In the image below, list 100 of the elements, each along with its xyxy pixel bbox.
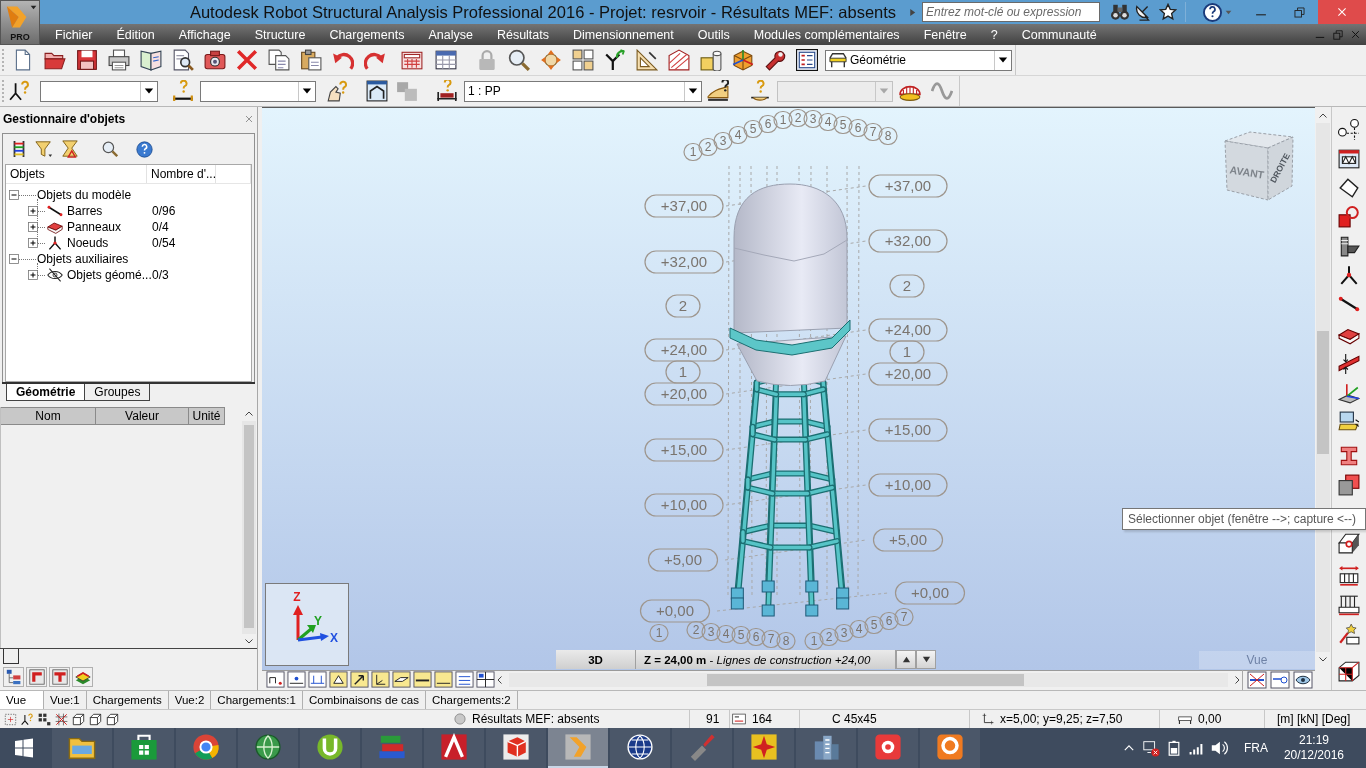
dropdown[interactable] bbox=[200, 80, 316, 102]
start-icon[interactable] bbox=[14, 738, 34, 758]
tree-item[interactable]: Objets auxiliaires bbox=[37, 252, 129, 266]
frame-house-icon[interactable] bbox=[366, 80, 388, 102]
camera-icon[interactable] bbox=[204, 49, 226, 71]
menu-item[interactable]: Chargements bbox=[317, 24, 417, 45]
menu-item[interactable]: Fenêtre bbox=[911, 24, 979, 45]
distributed-load-icon[interactable] bbox=[1337, 593, 1360, 616]
column-header[interactable]: Nom bbox=[1, 407, 96, 425]
cube-outline-icon[interactable] bbox=[89, 712, 102, 726]
axes-frame-icon[interactable] bbox=[1337, 381, 1360, 404]
slanted-cube-icon[interactable] bbox=[1337, 531, 1360, 554]
search-field[interactable]: Entrez mot-clé ou expression bbox=[922, 2, 1100, 22]
tree-structure-icon[interactable] bbox=[5, 668, 22, 685]
scroll-down-icon[interactable] bbox=[244, 636, 254, 646]
close-icon[interactable] bbox=[1350, 29, 1361, 40]
frame-3d-icon[interactable] bbox=[1337, 659, 1360, 682]
application-menu-button[interactable]: PRO bbox=[0, 0, 40, 45]
expand-icon[interactable] bbox=[28, 222, 38, 232]
network-blocked-icon[interactable] bbox=[1141, 739, 1160, 757]
language-indicator[interactable]: FRA bbox=[1233, 741, 1278, 755]
spreadsheet-table-icon[interactable] bbox=[435, 49, 457, 71]
cylinder-box-icon[interactable] bbox=[700, 49, 722, 71]
scrollbar-track[interactable] bbox=[509, 672, 1228, 687]
clock-time[interactable]: 21:19 bbox=[1298, 733, 1329, 748]
print-preview-icon[interactable] bbox=[172, 49, 194, 71]
load-question-icon[interactable] bbox=[436, 80, 458, 102]
collapse-icon[interactable] bbox=[9, 190, 19, 200]
sparkle-load-icon[interactable] bbox=[1337, 622, 1360, 645]
tree-item[interactable]: Panneaux bbox=[67, 220, 122, 234]
zoom-grid-icon[interactable] bbox=[572, 49, 594, 71]
scroll-left-icon[interactable] bbox=[495, 674, 505, 685]
hourglass-funnel-icon[interactable] bbox=[61, 140, 79, 158]
restore-icon[interactable] bbox=[1292, 5, 1306, 19]
view-type-dropdown[interactable]: Géométrie bbox=[825, 49, 1012, 71]
dropdown[interactable] bbox=[40, 80, 158, 102]
crossed-grid-icon[interactable] bbox=[55, 712, 68, 726]
taskbar-button[interactable] bbox=[920, 728, 980, 768]
menu-item[interactable]: Communauté bbox=[1009, 24, 1109, 45]
menu-item[interactable]: Résultats bbox=[484, 24, 561, 45]
tree-item[interactable]: Noeuds bbox=[67, 236, 109, 250]
scrollbar-thumb[interactable] bbox=[244, 425, 254, 628]
open-book-icon[interactable] bbox=[140, 49, 162, 71]
menu-item[interactable]: Édition bbox=[104, 24, 167, 45]
horizontal-load-icon[interactable] bbox=[1337, 564, 1360, 587]
plate-thickness-icon[interactable] bbox=[1337, 352, 1360, 375]
tree-item[interactable]: Objets du modèle bbox=[37, 188, 132, 202]
copy-documents-icon[interactable] bbox=[268, 49, 290, 71]
satellite-dish-icon[interactable] bbox=[1135, 3, 1153, 21]
cross-icon[interactable] bbox=[236, 49, 258, 71]
expand-icon[interactable] bbox=[28, 238, 38, 248]
taskbar-button[interactable] bbox=[300, 728, 360, 768]
help-icon[interactable] bbox=[1203, 2, 1222, 22]
grid-squares-icon[interactable] bbox=[38, 712, 51, 726]
menu-item[interactable]: Analyse bbox=[416, 24, 485, 45]
beam-load-icon[interactable] bbox=[707, 80, 729, 102]
taskbar-button[interactable] bbox=[424, 728, 484, 768]
menu-item[interactable]: Structure bbox=[242, 24, 318, 45]
cube-outline-icon[interactable] bbox=[72, 712, 85, 726]
expand-icon[interactable] bbox=[28, 270, 38, 280]
move-arrows-icon[interactable] bbox=[540, 49, 562, 71]
caret-down-icon[interactable] bbox=[1225, 8, 1232, 16]
collapse-icon[interactable] bbox=[9, 254, 19, 264]
column-header[interactable]: Nombre d'... bbox=[147, 165, 216, 183]
menu-item[interactable]: Affichage bbox=[166, 24, 243, 45]
column-header[interactable]: Valeur bbox=[96, 407, 189, 425]
tree-item[interactable]: Objets géomé... bbox=[67, 268, 152, 282]
list-panel-icon[interactable] bbox=[796, 49, 818, 71]
tile-bar-ends-icon[interactable] bbox=[266, 670, 285, 689]
magnifier-icon[interactable] bbox=[508, 49, 530, 71]
clock-date[interactable]: 20/12/2016 bbox=[1283, 748, 1344, 763]
release-bar-icon[interactable] bbox=[1270, 669, 1290, 690]
outline-shape-icon[interactable] bbox=[1337, 176, 1360, 199]
taskbar-button[interactable] bbox=[858, 728, 918, 768]
node-question-icon[interactable] bbox=[9, 80, 31, 102]
tree-item[interactable]: Barres bbox=[67, 204, 103, 218]
magnifier-icon[interactable] bbox=[102, 141, 118, 157]
empty-tab[interactable] bbox=[3, 649, 19, 664]
binoculars-icon[interactable] bbox=[1111, 3, 1129, 21]
menu-item[interactable]: Dimensionnement bbox=[561, 24, 686, 45]
dropdown[interactable]: 1 : PP bbox=[464, 80, 702, 102]
taskbar-button[interactable] bbox=[486, 728, 546, 768]
panel-tab[interactable]: Géométrie bbox=[6, 384, 86, 401]
play-arrow-icon[interactable] bbox=[908, 7, 917, 17]
node-question-icon[interactable] bbox=[21, 712, 34, 726]
column-header[interactable]: Unité bbox=[189, 407, 225, 425]
view-tab[interactable]: Vue bbox=[0, 691, 44, 709]
stacked-squares-icon[interactable] bbox=[1337, 473, 1360, 496]
taskbar-button[interactable] bbox=[734, 728, 794, 768]
restore-icon[interactable] bbox=[1332, 28, 1344, 41]
tile-bar-mid-icon[interactable] bbox=[287, 670, 306, 689]
taskbar-button[interactable] bbox=[610, 728, 670, 768]
axis-grid-icon[interactable] bbox=[1337, 118, 1360, 141]
clipboard-icon[interactable] bbox=[300, 49, 322, 71]
menu-item[interactable]: Outils bbox=[685, 24, 742, 45]
speaker-icon[interactable] bbox=[1209, 739, 1228, 757]
menu-item[interactable]: ? bbox=[978, 24, 1010, 45]
taskbar-button[interactable] bbox=[176, 728, 236, 768]
expand-icon[interactable] bbox=[28, 206, 38, 216]
taskbar-button[interactable] bbox=[114, 728, 174, 768]
